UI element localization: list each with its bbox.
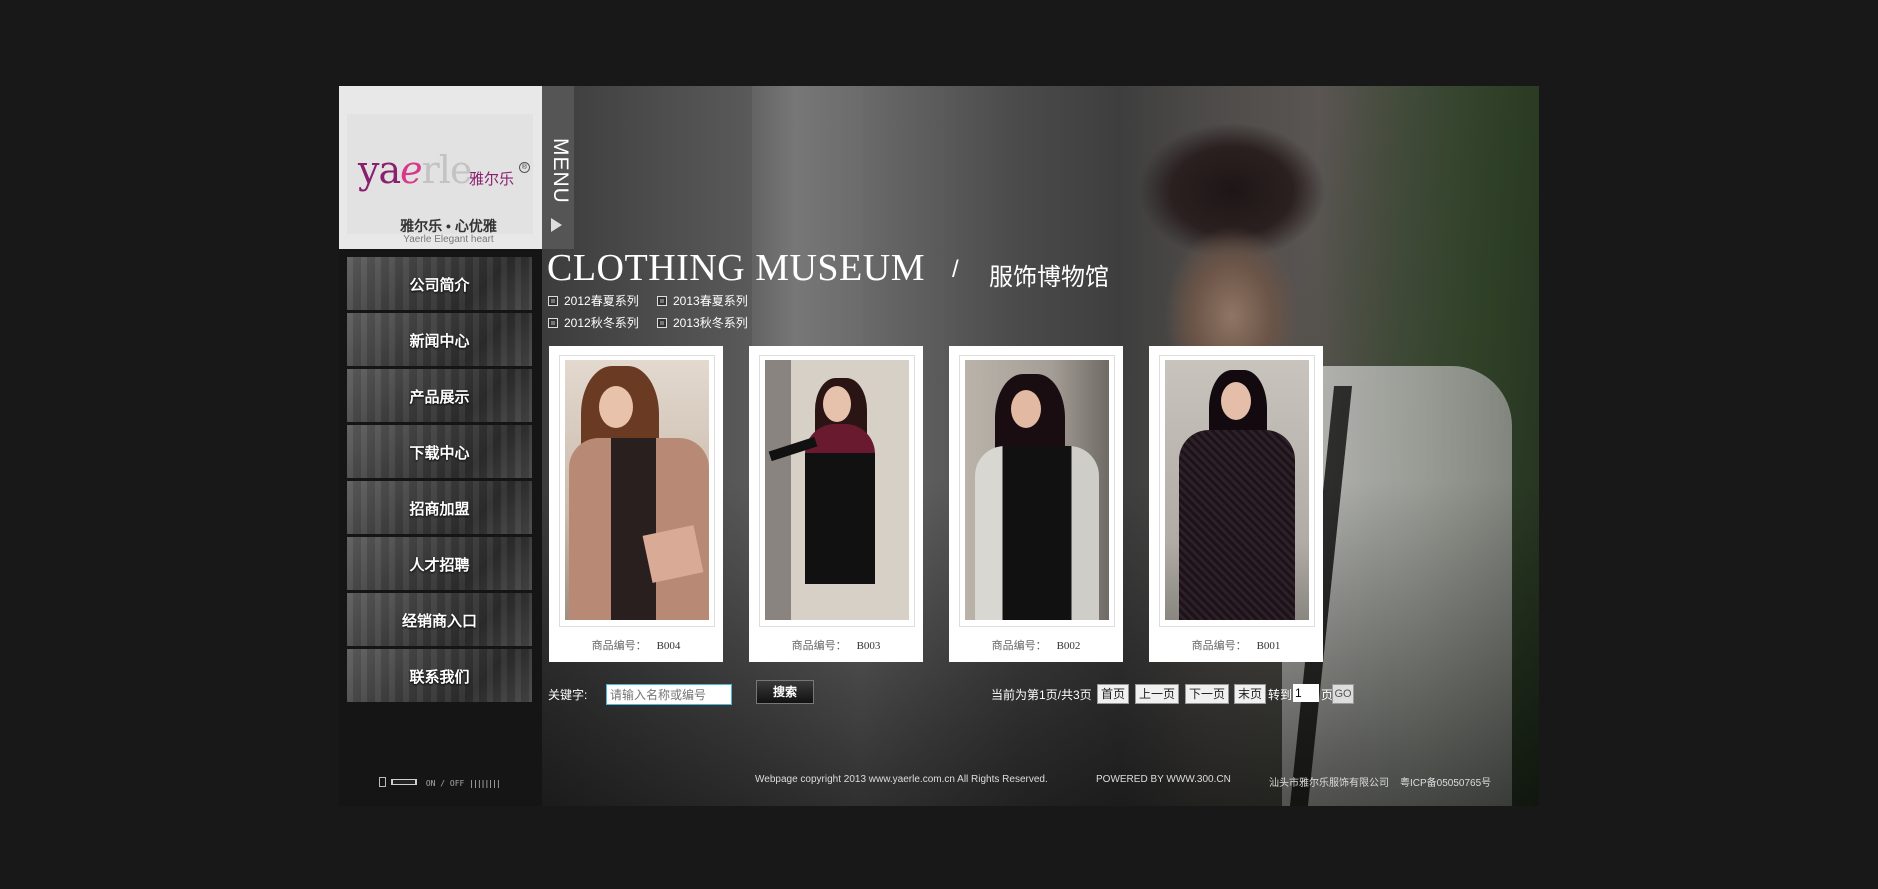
nav-item-label: 下载中心: [409, 445, 470, 462]
series-link-label: 2012秋冬系列: [564, 316, 639, 330]
audio-toggle[interactable]: ON / OFF ||||||||: [379, 776, 501, 790]
series-link[interactable]: 2012秋冬系列: [548, 314, 639, 331]
logo-text-part: e: [400, 148, 422, 192]
product-photo: [765, 360, 909, 620]
menu-toggle-tab[interactable]: MENU: [542, 86, 574, 249]
photo-model-face: [1221, 382, 1251, 420]
nav-item-dealer-portal[interactable]: 经销商入口: [347, 593, 532, 646]
product-caption: 商品编号： B004: [549, 637, 723, 653]
product-caption-label: 商品编号：: [591, 640, 647, 652]
main-nav: 公司简介 新闻中心 产品展示 下载中心 招商加盟 人才招聘 经销商入口 联系我们: [347, 257, 532, 705]
speaker-icon: [379, 776, 421, 790]
page-title-cn: 服饰博物馆: [989, 264, 1109, 291]
pagination-status: 当前为第1页/共3页: [991, 688, 1092, 702]
page-frame: yaerle 雅尔乐 ® 雅尔乐 • 心优雅 Yaerle Elegant he…: [339, 86, 1539, 806]
product-code: B004: [656, 640, 681, 652]
nav-item-careers[interactable]: 人才招聘: [347, 537, 532, 590]
logo-chinese-name: 雅尔乐: [469, 171, 515, 188]
goto-label: 转到: [1268, 688, 1293, 702]
photo-model-outfit: [1179, 430, 1295, 620]
nav-item-label: 经销商入口: [401, 613, 477, 630]
series-link-label: 2013秋冬系列: [673, 316, 748, 330]
photo-model-face: [823, 386, 851, 422]
nav-item-label: 新闻中心: [409, 333, 470, 350]
photo-model-face: [1011, 390, 1041, 428]
registered-mark: ®: [519, 162, 530, 173]
product-caption: 商品编号： B003: [749, 637, 923, 653]
product-photo: [965, 360, 1109, 620]
product-card[interactable]: 商品编号： B002: [949, 346, 1123, 662]
nav-item-contact[interactable]: 联系我们: [347, 649, 532, 702]
product-photo-frame: [559, 355, 715, 627]
product-photo: [1165, 360, 1309, 620]
title-separator: /: [952, 256, 959, 283]
footer-copyright: Webpage copyright 2013 www.yaerle.com.cn…: [755, 774, 1048, 785]
triangle-right-icon: [551, 218, 562, 232]
nav-item-downloads[interactable]: 下载中心: [347, 425, 532, 478]
brand-slogan-en: Yaerle Elegant heart: [403, 234, 494, 245]
nav-item-company-profile[interactable]: 公司简介: [347, 257, 532, 310]
product-photo-frame: [759, 355, 915, 627]
series-link-label: 2012春夏系列: [564, 294, 639, 308]
product-photo-frame: [959, 355, 1115, 627]
nav-item-label: 联系我们: [409, 669, 470, 686]
prev-page-button[interactable]: 上一页: [1135, 684, 1180, 704]
product-caption-label: 商品编号：: [1191, 640, 1247, 652]
logo-text-part: ya: [358, 148, 401, 192]
footer-powered-by[interactable]: POWERED BY WWW.300.CN: [1096, 774, 1231, 785]
logo-panel: yaerle 雅尔乐 ® 雅尔乐 • 心优雅 Yaerle Elegant he…: [347, 114, 533, 245]
product-card[interactable]: 商品编号： B003: [749, 346, 923, 662]
logo-box[interactable]: yaerle 雅尔乐 ® 雅尔乐 • 心优雅 Yaerle Elegant he…: [339, 86, 542, 249]
product-code: B003: [856, 640, 881, 652]
product-code: B001: [1256, 640, 1281, 652]
product-code: B002: [1056, 640, 1081, 652]
audio-status-label: ON / OFF: [425, 778, 465, 788]
product-caption-label: 商品编号：: [791, 640, 847, 652]
footer-company: 汕头市雅尔乐服饰有限公司: [1269, 778, 1389, 789]
series-link[interactable]: 2013秋冬系列: [657, 314, 748, 331]
keyword-search-input[interactable]: [606, 684, 732, 705]
photo-model-outfit: [805, 424, 875, 584]
last-page-button[interactable]: 末页: [1234, 684, 1267, 704]
series-link-label: 2013春夏系列: [673, 294, 748, 308]
square-bullet-icon: [548, 318, 558, 328]
sidebar: yaerle 雅尔乐 ® 雅尔乐 • 心优雅 Yaerle Elegant he…: [339, 86, 542, 806]
nav-item-label: 产品展示: [409, 389, 470, 406]
nav-item-products[interactable]: 产品展示: [347, 369, 532, 422]
nav-item-news[interactable]: 新闻中心: [347, 313, 532, 366]
footer-icp[interactable]: 粤ICP备05050765号: [1400, 774, 1491, 789]
square-bullet-icon: [657, 318, 667, 328]
brand-slogan: 雅尔乐 • 心优雅: [400, 218, 497, 234]
menu-label: MENU: [549, 138, 572, 204]
product-photo: [565, 360, 709, 620]
product-caption: 商品编号： B001: [1149, 637, 1323, 653]
nav-item-franchise[interactable]: 招商加盟: [347, 481, 532, 534]
page-title-en: CLOTHING MUSEUM: [547, 247, 925, 289]
photo-model-face: [599, 386, 633, 428]
square-bullet-icon: [548, 296, 558, 306]
square-bullet-icon: [657, 296, 667, 306]
product-caption-label: 商品编号：: [991, 640, 1047, 652]
logo-text-part: rle: [421, 148, 473, 192]
nav-item-label: 人才招聘: [409, 557, 470, 574]
product-caption: 商品编号： B002: [949, 637, 1123, 653]
go-button[interactable]: GO: [1332, 684, 1354, 704]
product-card[interactable]: 商品编号： B001: [1149, 346, 1323, 662]
photo-model-outfit: [975, 446, 1099, 620]
series-link[interactable]: 2013春夏系列: [657, 292, 748, 309]
product-card[interactable]: 商品编号： B004: [549, 346, 723, 662]
series-link[interactable]: 2012春夏系列: [548, 292, 639, 309]
nav-item-label: 公司简介: [409, 277, 470, 294]
product-photo-frame: [1159, 355, 1315, 627]
page-number-input[interactable]: [1293, 684, 1319, 702]
brand-logo: yaerle: [358, 148, 473, 192]
next-page-button[interactable]: 下一页: [1185, 684, 1230, 704]
keyword-label: 关键字:: [548, 688, 588, 702]
first-page-button[interactable]: 首页: [1097, 684, 1130, 704]
volume-bars: ||||||||: [469, 778, 501, 788]
nav-item-label: 招商加盟: [409, 501, 470, 518]
search-button[interactable]: 搜索: [756, 680, 814, 704]
